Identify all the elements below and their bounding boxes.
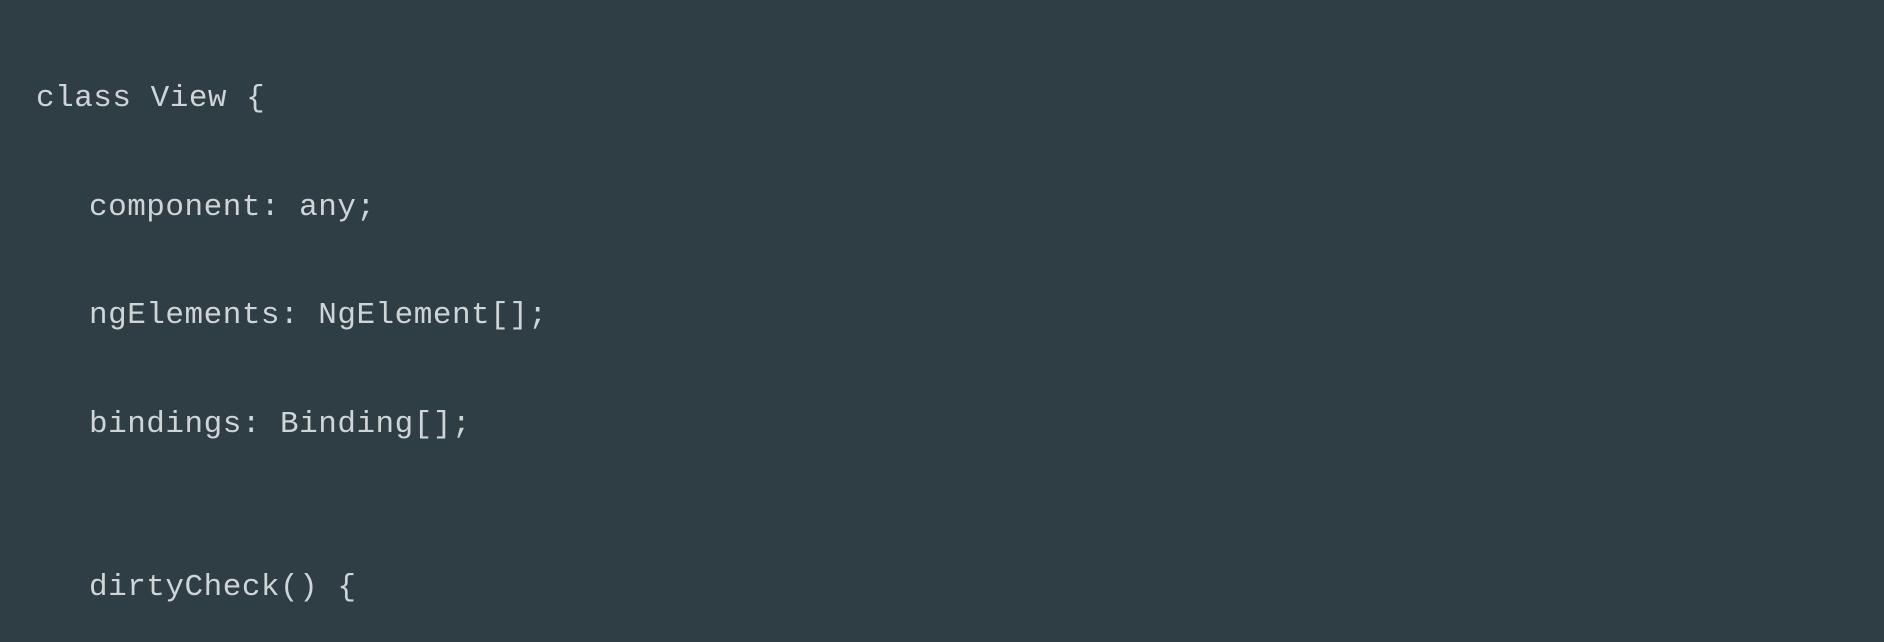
code-block: class View { component: any; ngElements:… [0,0,1884,642]
code-line-method-open: dirtyCheck() { [36,561,1884,615]
code-line-prop-ngelements: ngElements: NgElement[]; [36,289,1884,343]
code-line-prop-component: component: any; [36,181,1884,235]
code-line-prop-bindings: bindings: Binding[]; [36,398,1884,452]
code-line-class-decl: class View { [36,72,1884,126]
